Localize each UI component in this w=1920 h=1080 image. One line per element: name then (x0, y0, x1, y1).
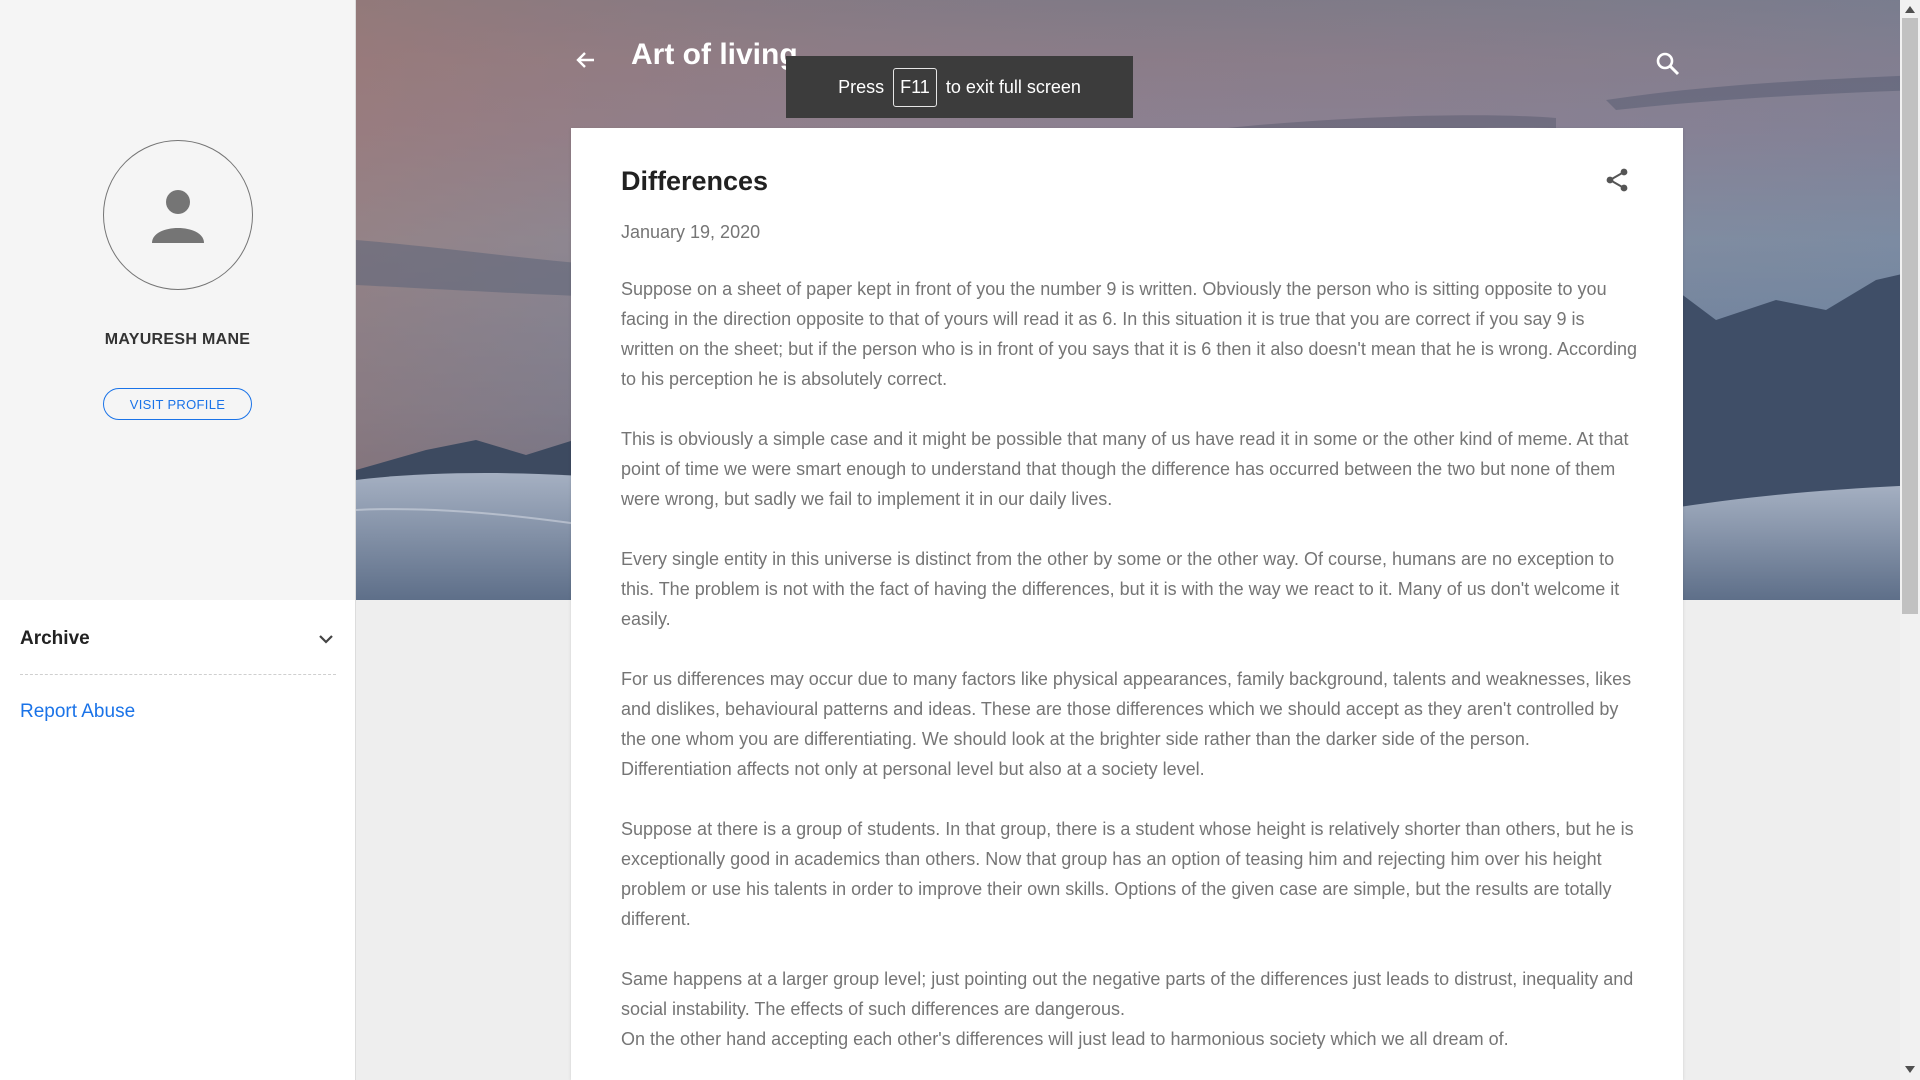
avatar[interactable] (103, 140, 253, 290)
profile-name: MAYURESH MANE (104, 331, 251, 348)
page-scrollbar[interactable] (1900, 0, 1920, 1080)
toast-suffix: to exit full screen (945, 76, 1081, 97)
back-button[interactable] (570, 44, 602, 76)
person-icon (152, 190, 204, 243)
post-paragraph: Suppose at there is a group of students.… (621, 819, 1634, 929)
post-title[interactable]: Differences (621, 166, 768, 197)
triangle-up-icon (1905, 6, 1915, 13)
search-icon (1656, 52, 1680, 76)
profile-panel: MAYURESH MANE VISIT PROFILE (0, 0, 355, 600)
toast-prefix: Press (838, 76, 885, 97)
search-button[interactable] (1652, 48, 1684, 80)
post-date: January 19, 2020 (621, 222, 761, 242)
fullscreen-toast: Press F11 to exit full screen (786, 56, 1133, 118)
scroll-down-arrow[interactable] (1904, 1064, 1916, 1076)
report-abuse-link[interactable]: Report Abuse (20, 701, 135, 723)
share-button[interactable] (1601, 164, 1633, 196)
post-line: Same happens at a larger group level; ju… (621, 969, 1634, 1019)
post-paragraph: Suppose on a sheet of paper kept in fron… (621, 279, 1638, 389)
archive-header[interactable]: Archive (20, 618, 336, 675)
scroll-thumb[interactable] (1902, 18, 1918, 614)
scroll-up-arrow[interactable] (1904, 3, 1916, 15)
post-body: Suppose on a sheet of paper kept in fron… (621, 274, 1641, 1054)
triangle-down-icon (1905, 1066, 1915, 1073)
toast-key: F11 (893, 67, 937, 107)
post-paragraph: Every single entity in this universe is … (621, 549, 1620, 629)
share-icon (1606, 168, 1628, 192)
chevron-down-icon[interactable] (316, 629, 336, 649)
post-card: Differences January 19, 2020 Suppose on … (571, 128, 1683, 1080)
post-paragraph: This is obviously a simple case and it m… (621, 429, 1629, 509)
blog-title[interactable]: Art of living (631, 38, 798, 72)
post-paragraph: For us differences may occur due to many… (621, 669, 1632, 779)
archive-title: Archive (20, 628, 90, 649)
visit-profile-button[interactable]: VISIT PROFILE (103, 388, 252, 420)
post-line: On the other hand accepting each other's… (621, 1029, 1509, 1049)
sidebar: MAYURESH MANE VISIT PROFILE Archive Repo… (0, 0, 356, 1080)
post-paragraph: Same happens at a larger group level; ju… (621, 964, 1641, 1054)
arrow-left-icon (576, 52, 594, 68)
